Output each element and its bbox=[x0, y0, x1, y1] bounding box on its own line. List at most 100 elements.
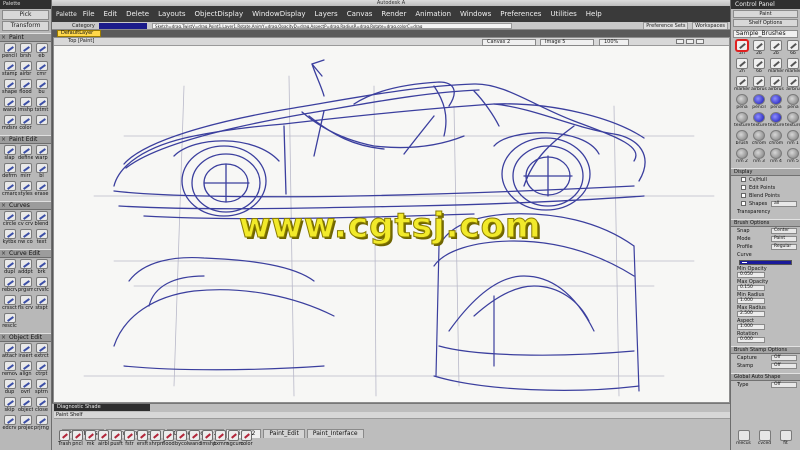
snap-dropdown[interactable]: Center bbox=[771, 228, 797, 234]
transparency-row[interactable]: Transparency bbox=[731, 208, 800, 216]
transform-button[interactable]: Transform bbox=[2, 21, 49, 31]
brush-rim-1[interactable]: rim 1 bbox=[785, 130, 800, 147]
tool-dupl[interactable]: dupl bbox=[2, 259, 17, 276]
auto-shape-header[interactable]: Global Auto Shape bbox=[731, 373, 800, 381]
menu-windows[interactable]: Windows bbox=[460, 10, 491, 18]
brush-chrom[interactable]: chrom bbox=[751, 130, 767, 147]
tool-stspt[interactable]: stspt bbox=[34, 295, 49, 312]
shelf-tool-shrpn[interactable]: shrpn bbox=[149, 430, 163, 450]
control-tool-zoom[interactable]: zoom bbox=[796, 430, 800, 446]
tool-attach[interactable]: attach bbox=[2, 343, 17, 360]
brush-airbrus[interactable]: airbrus bbox=[751, 76, 767, 93]
brush-options-header[interactable]: Brush Options bbox=[731, 219, 800, 227]
shelf-tab-paint-edit[interactable]: Paint_Edit bbox=[263, 429, 305, 438]
palette-section-object-edit[interactable]: × Object Edit bbox=[0, 333, 51, 342]
brush-chrom[interactable]: chrom bbox=[768, 130, 784, 147]
brush-airbrus[interactable]: airbrus bbox=[768, 76, 784, 93]
minimize-icon[interactable] bbox=[676, 39, 684, 44]
sample-brushes-title[interactable]: Sample_Brushes bbox=[733, 30, 798, 38]
zoom-field[interactable]: 100% bbox=[599, 39, 629, 46]
tool-txtmt[interactable]: txtmt bbox=[34, 97, 49, 114]
menu-animation[interactable]: Animation bbox=[415, 10, 451, 18]
tool-fls-crv[interactable]: fls crv bbox=[18, 295, 33, 312]
tool-airbr[interactable]: airbr bbox=[18, 61, 33, 78]
palette-section-curves[interactable]: × Curves bbox=[0, 201, 51, 210]
tool-bu[interactable]: bu bbox=[34, 79, 49, 96]
capture-dropdown[interactable]: Off bbox=[771, 355, 797, 361]
shelf-tool-trash[interactable]: Trash bbox=[58, 430, 71, 450]
shelf-options-button[interactable]: Shelf Options bbox=[733, 19, 798, 27]
tool-eb[interactable]: eb bbox=[34, 43, 49, 60]
shelf-tool-txmm[interactable]: txmm bbox=[214, 430, 229, 450]
tool-text[interactable]: text bbox=[34, 229, 49, 246]
brush-2b[interactable]: 2b bbox=[751, 40, 767, 57]
tool-insert[interactable]: insert bbox=[18, 343, 33, 360]
shelf-tool-ersft[interactable]: ersft bbox=[136, 430, 149, 450]
tool-sptrn[interactable]: sptrn bbox=[34, 379, 49, 396]
tool-erase[interactable]: erase bbox=[34, 181, 49, 198]
shelf-tool-sgcum[interactable]: sgcum bbox=[227, 430, 244, 450]
tool-stylesm[interactable]: stylesm bbox=[18, 181, 33, 198]
menu-edit[interactable]: Edit bbox=[104, 10, 118, 18]
shelf-tool-pncl[interactable]: pncl bbox=[71, 430, 84, 450]
checkbox[interactable] bbox=[741, 193, 746, 198]
tool-brsh[interactable]: brsh bbox=[18, 43, 33, 60]
menu-help[interactable]: Help bbox=[586, 10, 602, 18]
tool-imshp[interactable]: imshp bbox=[18, 97, 33, 114]
tool-dup[interactable]: dup bbox=[2, 379, 17, 396]
palette-section-paint[interactable]: × Paint bbox=[0, 33, 51, 42]
tool-ctrpt[interactable]: ctrpt bbox=[34, 361, 49, 378]
tool-ovrl[interactable]: ovrl bbox=[18, 379, 33, 396]
brush-pencil[interactable]: pencil bbox=[751, 94, 767, 111]
brush-marker[interactable]: marker bbox=[768, 58, 784, 75]
brush-rim-2[interactable]: rim 2 bbox=[734, 148, 750, 165]
brush-2b[interactable]: 2b bbox=[768, 40, 784, 57]
menu-file[interactable]: File bbox=[83, 10, 95, 18]
param-value-field[interactable]: 1.000 bbox=[737, 298, 765, 304]
shelf-tool-airbl[interactable]: airbl bbox=[97, 430, 110, 450]
menu-windowdisplay[interactable]: WindowDisplay bbox=[252, 10, 305, 18]
brush-pena[interactable]: pena bbox=[768, 94, 784, 111]
menu-delete[interactable]: Delete bbox=[126, 10, 149, 18]
collapse-icon[interactable]: × bbox=[1, 34, 6, 42]
menu-layers[interactable]: Layers bbox=[315, 10, 338, 18]
tool-flood[interactable]: flood bbox=[18, 79, 33, 96]
marking-menu-field[interactable]: Sketch=drag,TwistV=drag,Point1,Layer1,Ro… bbox=[152, 22, 513, 29]
tool-object[interactable]: object bbox=[18, 397, 33, 414]
shelf-tool-mk[interactable]: mk bbox=[84, 430, 97, 450]
brush-airbru[interactable]: airbru bbox=[785, 76, 800, 93]
brush-rim-4[interactable]: rim 4 bbox=[768, 148, 784, 165]
pick-button[interactable]: Pick bbox=[2, 10, 49, 20]
checkbox[interactable] bbox=[741, 185, 746, 190]
tool-shape[interactable]: shape bbox=[2, 79, 17, 96]
control-tool-fit[interactable]: fit bbox=[775, 430, 796, 446]
brush-texture[interactable]: texture bbox=[768, 112, 784, 129]
tool-skip[interactable]: skip bbox=[2, 397, 17, 414]
paint-mode-button[interactable]: Paint bbox=[733, 10, 798, 18]
canvas-window[interactable]: Top [Paint] Canvas 2 Image 5 100% www.cg… bbox=[53, 37, 730, 403]
shelf-tool-imshp[interactable]: imshp bbox=[201, 430, 216, 450]
control-tool-mecus[interactable]: mecus bbox=[733, 430, 754, 446]
shelf-tool-fstr[interactable]: fstr bbox=[123, 430, 136, 450]
menu-utilities[interactable]: Utilities bbox=[550, 10, 576, 18]
tool-circle[interactable]: circle bbox=[2, 211, 17, 228]
control-tool-cvced[interactable]: cvced bbox=[754, 430, 775, 446]
brush-rim-5[interactable]: rim 5 bbox=[785, 148, 800, 165]
shelf-tool-bycol[interactable]: bycol bbox=[175, 430, 188, 450]
brush-6b[interactable]: 6b bbox=[751, 58, 767, 75]
mode-dropdown[interactable]: Paint bbox=[771, 236, 797, 242]
tool-mdsnm[interactable]: mdsnm bbox=[2, 115, 17, 132]
shelf-tool-wand[interactable]: wand bbox=[188, 430, 202, 450]
canvas-field[interactable]: Canvas 2 bbox=[482, 39, 536, 46]
tool-projec[interactable]: projec bbox=[18, 415, 33, 432]
checkbox[interactable] bbox=[741, 201, 746, 206]
brush-pena[interactable]: pena bbox=[734, 94, 750, 111]
tool-stamp[interactable]: stamp bbox=[2, 61, 17, 78]
tool-slap[interactable]: slap bbox=[2, 145, 17, 162]
brush-marker[interactable]: marker bbox=[734, 76, 750, 93]
menu-objectdisplay[interactable]: ObjectDisplay bbox=[195, 10, 244, 18]
tool-brk[interactable]: brk bbox=[34, 259, 49, 276]
tool-extrct[interactable]: extrct bbox=[34, 343, 49, 360]
param-value-field[interactable]: 0.150 bbox=[737, 285, 765, 291]
brush-rim-3[interactable]: rim 3 bbox=[751, 148, 767, 165]
